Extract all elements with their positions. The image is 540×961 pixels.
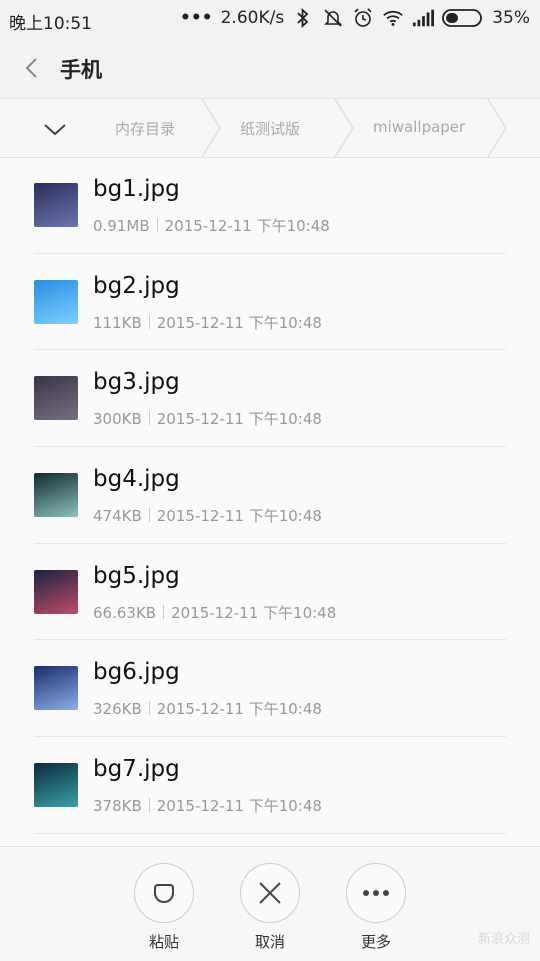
paste-icon [134,863,194,923]
list-item[interactable]: bg5.jpg 66.63KB 2015-12-11 下午10:48 [0,544,540,641]
cancel-label: 取消 [254,933,285,951]
title-bar: 手机 [0,38,540,98]
close-icon [240,863,300,923]
wifi-icon [382,7,404,29]
cancel-button[interactable]: 取消 [238,863,302,952]
file-name: bg7.jpg [93,756,180,783]
file-date: 2015-12-11 下午10:48 [171,603,337,622]
breadcrumb-toggle-button[interactable] [40,115,70,143]
list-item[interactable]: bg4.jpg 474KB 2015-12-11 下午10:48 [0,447,540,544]
paste-label: 粘贴 [148,933,179,951]
list-item[interactable]: bg7.jpg 378KB 2015-12-11 下午10:48 [0,737,540,834]
file-date: 2015-12-11 下午10:48 [156,313,322,332]
breadcrumb-item-folder[interactable]: 纸测试版 [240,118,300,139]
file-meta: 111KB 2015-12-11 下午10:48 [93,312,322,333]
file-name: bg5.jpg [93,562,180,589]
file-size: 111KB [93,313,142,332]
file-size: 66.63KB [93,603,157,622]
status-icons: ••• 2.60K/s 35% [180,7,530,29]
breadcrumb-item-root[interactable]: 内存目录 [115,118,175,139]
more-label: 更多 [360,933,391,951]
more-icon [346,863,406,923]
file-name: bg1.jpg [93,176,180,202]
image-thumbnail [34,183,78,227]
image-thumbnail [34,569,78,614]
breadcrumb-separator-icon [201,99,221,157]
file-meta: 66.63KB 2015-12-11 下午10:48 [93,602,336,623]
more-dots-icon: ••• [180,8,213,28]
battery-percent: 35% [492,8,530,28]
file-meta: 378KB 2015-12-11 下午10:48 [93,795,322,816]
breadcrumb: 内存目录 纸测试版 miwallpaper [0,98,540,158]
chevron-left-icon [25,58,37,78]
list-item[interactable]: bg3.jpg 300KB 2015-12-11 下午10:48 [0,350,540,448]
file-meta: 474KB 2015-12-11 下午10:48 [93,505,322,526]
image-thumbnail [34,763,78,808]
signal-icon [412,7,435,29]
more-button[interactable]: 更多 [344,863,408,952]
file-date: 2015-12-11 下午10:48 [156,507,322,526]
list-item[interactable]: bg2.jpg 111KB 2015-12-11 下午10:48 [0,254,540,351]
file-date: 2015-12-11 下午10:48 [156,797,322,816]
breadcrumb-separator-icon [334,99,354,157]
list-item[interactable]: bg6.jpg 326KB 2015-12-11 下午10:48 [0,640,540,738]
file-list: bg1.jpg 0.91MB 2015-12-11 下午10:48 bg2.jpg… [0,157,540,834]
file-size: 378KB [93,797,142,816]
page-title: 手机 [60,58,102,82]
list-item[interactable]: bg1.jpg 0.91MB 2015-12-11 下午10:48 [0,157,540,254]
bottom-action-bar: 粘贴 取消 更多 新浪众测 [0,846,540,961]
watermark: 新浪众测 [477,932,530,947]
image-thumbnail [34,279,78,324]
breadcrumb-separator-icon [487,99,507,157]
file-size: 300KB [93,410,142,429]
file-meta: 300KB 2015-12-11 下午10:48 [93,408,322,429]
alarm-icon [352,7,374,29]
file-name: bg3.jpg [93,369,180,396]
file-size: 0.91MB [93,217,150,235]
status-time: 晚上10:51 [9,14,92,34]
file-name: bg4.jpg [93,466,180,493]
file-name: bg2.jpg [93,272,180,299]
bluetooth-icon [292,7,314,29]
breadcrumb-item-current[interactable]: miwallpaper [373,118,465,136]
file-date: 2015-12-11 下午10:48 [164,217,330,235]
file-date: 2015-12-11 下午10:48 [156,700,322,719]
file-meta: 0.91MB 2015-12-11 下午10:48 [93,215,330,236]
file-name: bg6.jpg [93,659,180,686]
file-date: 2015-12-11 下午10:48 [156,410,322,429]
chevron-down-icon [44,124,66,136]
status-bar: 晚上10:51 ••• 2.60K/s 35% [0,0,540,38]
image-thumbnail [34,666,78,711]
image-thumbnail [34,473,78,518]
paste-button[interactable]: 粘贴 [132,863,196,952]
mute-bell-icon [322,7,344,29]
file-size: 326KB [93,700,142,719]
network-speed: 2.60K/s [220,8,285,28]
image-thumbnail [34,376,78,421]
file-size: 474KB [93,507,142,526]
file-meta: 326KB 2015-12-11 下午10:48 [93,698,322,719]
battery-icon [442,9,484,27]
back-button[interactable] [18,54,46,82]
